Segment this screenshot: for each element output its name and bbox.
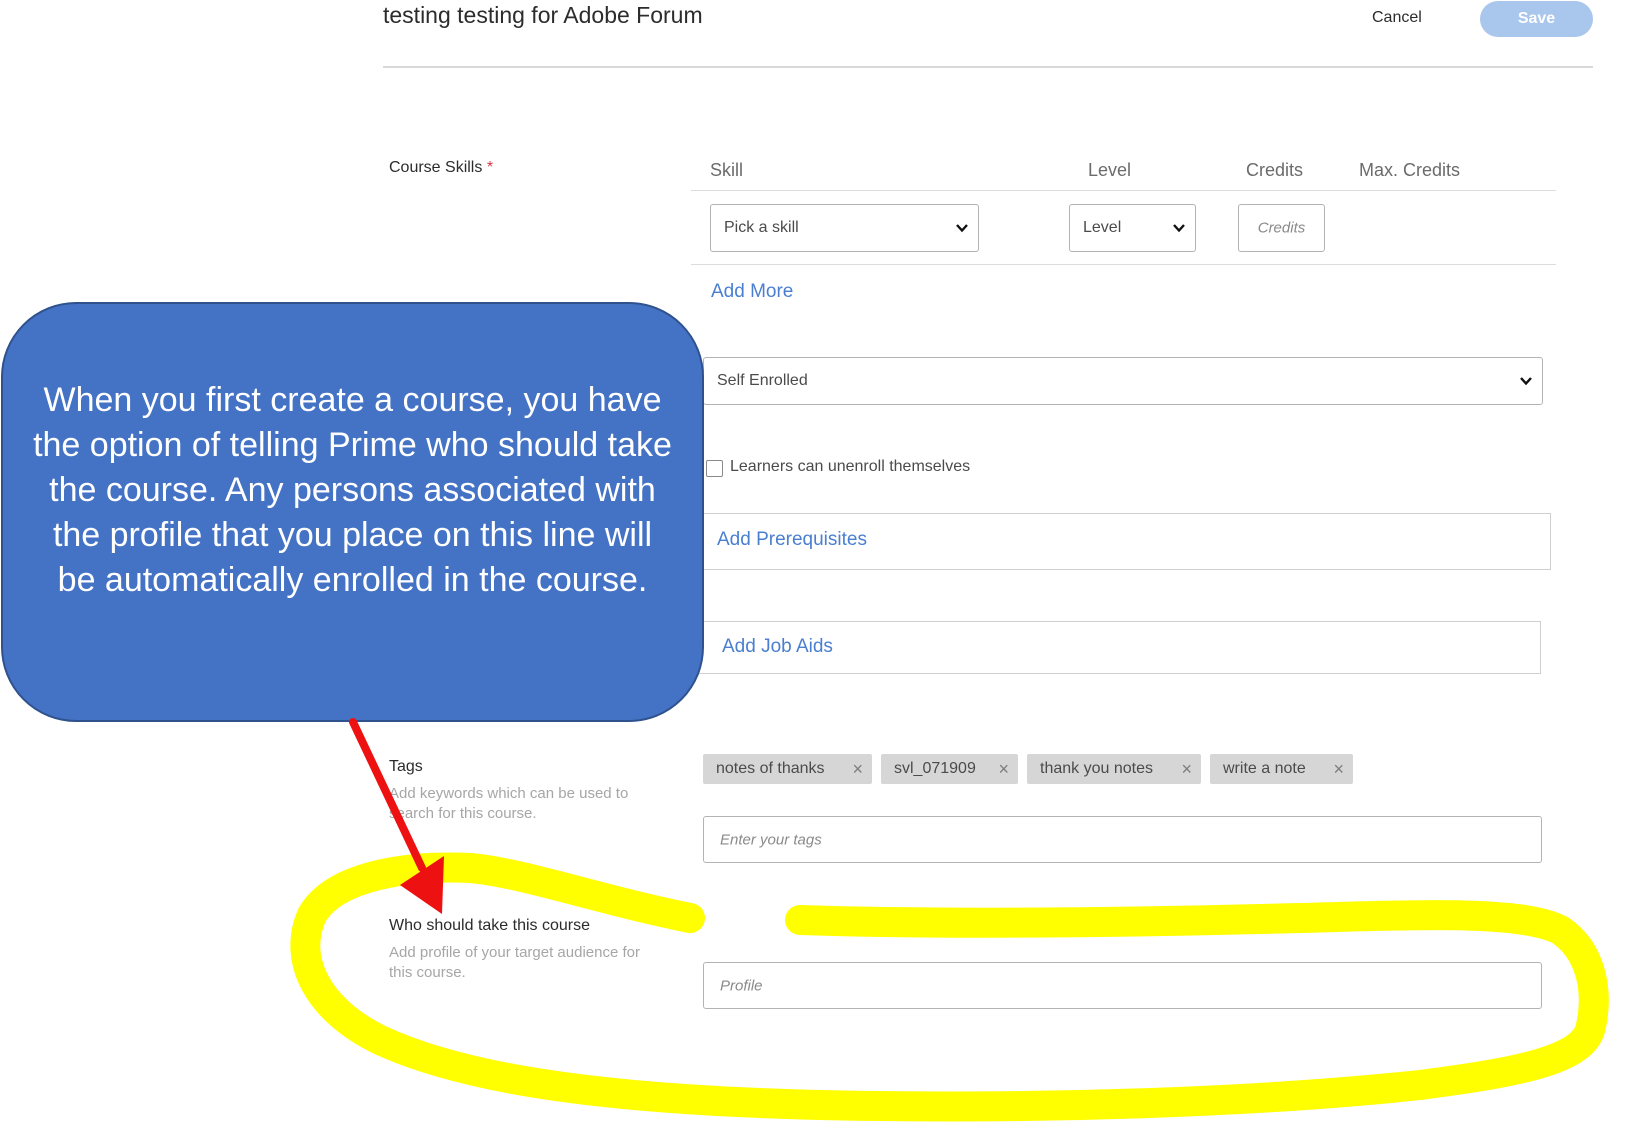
chevron-down-icon (1173, 224, 1185, 233)
audience-description: Add profile of your target audience for … (389, 944, 640, 981)
tags-label: Tags (389, 758, 423, 775)
skill-select[interactable]: Pick a skill (710, 204, 979, 252)
close-icon[interactable]: × (1333, 754, 1344, 784)
unenroll-checkbox[interactable] (706, 460, 723, 477)
chevron-down-icon (956, 224, 968, 233)
profile-input[interactable]: Profile (703, 962, 1542, 1009)
column-header-level: Level (1088, 160, 1132, 180)
cancel-button[interactable]: Cancel (1372, 9, 1422, 27)
tag-chip: svl_071909 × (881, 754, 1018, 784)
tags-input[interactable]: Enter your tags (703, 816, 1542, 863)
level-select[interactable]: Level (1069, 204, 1196, 252)
tag-chip: notes of thanks × (703, 754, 872, 784)
add-job-aids-link[interactable]: Add Job Aids (722, 636, 833, 658)
add-prerequisites-link[interactable]: Add Prerequisites (717, 529, 867, 551)
audience-label: Who should take this course (389, 917, 590, 934)
close-icon[interactable]: × (852, 754, 863, 784)
credits-input[interactable]: Credits (1238, 204, 1325, 252)
tags-description: Add keywords which can be used to search… (389, 785, 629, 822)
column-header-skill: Skill (710, 160, 744, 180)
skills-header-divider (691, 190, 1556, 191)
page-title: testing testing for Adobe Forum (383, 2, 703, 28)
annotation-callout-text: When you first create a course, you have… (33, 381, 672, 599)
column-header-max-credits: Max. Credits (1359, 160, 1461, 180)
unenroll-checkbox-label: Learners can unenroll themselves (730, 458, 971, 475)
enrollment-type-select[interactable]: Self Enrolled (703, 357, 1543, 405)
close-icon[interactable]: × (998, 754, 1009, 784)
course-skills-label: Course Skills * (389, 159, 494, 176)
skills-row-divider (691, 264, 1556, 265)
add-more-link[interactable]: Add More (711, 281, 793, 303)
tag-chip: write a note × (1210, 754, 1353, 784)
required-marker: * (486, 159, 494, 176)
tag-chip: thank you notes × (1027, 754, 1201, 784)
chevron-down-icon (1520, 377, 1532, 386)
header-divider (383, 66, 1593, 68)
close-icon[interactable]: × (1181, 754, 1192, 784)
column-header-credits: Credits (1246, 160, 1304, 180)
save-button[interactable]: Save (1480, 1, 1593, 37)
